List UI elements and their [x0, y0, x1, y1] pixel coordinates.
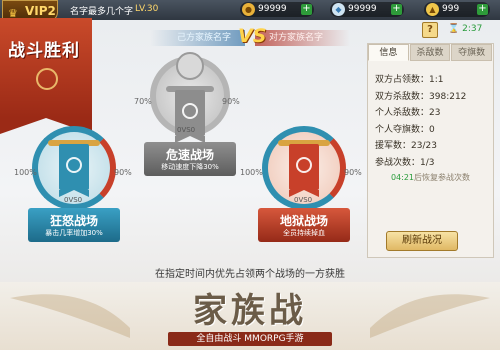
stat-row: 个人杀敌数：23: [375, 105, 490, 122]
stats-list: 双方占领数：1:1 双方杀敌数：398:212 个人杀敌数：23 个人夺旗数：0…: [375, 72, 490, 171]
gold-value: 999: [442, 4, 460, 14]
coin-value: 99999: [258, 4, 287, 14]
gem-crest-icon: [176, 52, 204, 80]
ribbon-emblem-icon: [36, 68, 58, 90]
stat-row: 援军数：23/23: [375, 138, 490, 155]
right-percent: 90%: [222, 97, 240, 106]
stat-value: 23/23: [411, 141, 437, 151]
field-effect: 全员持续掉血: [283, 229, 325, 237]
versus-header: 己方家族名字 对方家族名字 VS: [150, 25, 350, 48]
tab-kills[interactable]: 杀敌数: [409, 44, 451, 61]
tab-info[interactable]: 信息: [368, 44, 409, 61]
stat-value: 23: [429, 108, 441, 118]
recover-notice: 04:21后恢复参战次数: [368, 172, 493, 183]
gem-counter: ◆ 99999 +: [330, 2, 404, 17]
victory-ribbon: 战斗胜利: [0, 18, 92, 134]
battlefield-center[interactable]: 70% 90% 0VS0 危速战场 移动速度下降30%: [130, 50, 250, 180]
our-flag-icon: [59, 144, 89, 197]
battlefield-right[interactable]: 100% 90% 0VS0 地狱战场 全员持续掉血: [240, 120, 365, 248]
hourglass-icon: ⌛: [448, 24, 460, 34]
top-bar: ♛ VIP2 名字最多几个字 LV.30 ● 99999 + ◆ 99999 +…: [0, 0, 500, 22]
stat-value: 1:1: [429, 75, 444, 85]
stat-label: 援军数：: [375, 141, 412, 151]
diamond-icon: ◆: [332, 3, 345, 16]
stat-row: 参战次数：1/3: [375, 155, 490, 172]
refresh-status-button[interactable]: 刷新战况: [386, 231, 458, 251]
field-score: 0VS0: [64, 196, 83, 204]
stat-label: 双方占领数：: [375, 75, 430, 85]
stat-row: 个人夺旗数：0: [375, 122, 490, 139]
panel-tabs: 信息 杀敌数 夺旗数: [368, 44, 493, 62]
vip-label: VIP2: [25, 4, 56, 18]
stat-label: 个人夺旗数：: [375, 124, 430, 135]
field-name: 危速战场: [165, 148, 214, 162]
player-name: 名字最多几个字: [70, 7, 134, 17]
player-level: LV.30: [135, 4, 159, 14]
add-gold-button[interactable]: +: [477, 4, 488, 15]
field-effect: 移动速度下降30%: [161, 163, 219, 171]
flag-emblem-icon: [182, 103, 198, 119]
gold-ingot-icon: ▲: [426, 3, 439, 16]
field-score: 0VS0: [177, 126, 196, 134]
field-name: 狂怒战场: [49, 214, 98, 228]
promo-banner: 家族战 全自由战斗 MMORPG手游: [0, 282, 500, 350]
stat-label: 参战次数：: [375, 157, 421, 168]
tab-flags[interactable]: 夺旗数: [451, 44, 493, 61]
enemy-clan-name: 对方家族名字: [255, 30, 350, 46]
stat-row: 双方杀敌数：398:212: [375, 89, 490, 106]
countdown: ⌛ 2:37: [448, 24, 496, 38]
field-score: 0VS0: [294, 196, 313, 204]
stat-label: 个人杀敌数：: [375, 108, 430, 118]
gem-value: 99999: [348, 4, 377, 14]
promo-title: 家族战: [193, 291, 307, 331]
stat-row: 双方占领数：1:1: [375, 72, 490, 89]
recover-time: 04:21: [390, 173, 415, 182]
promo-subtitle: 全自由战斗 MMORPG手游: [168, 332, 332, 346]
victory-title: 战斗胜利: [8, 41, 80, 61]
stat-label: 双方杀敌数：: [375, 91, 430, 102]
coin-icon: ●: [242, 3, 255, 16]
add-gems-button[interactable]: +: [391, 4, 402, 15]
left-percent: 100%: [14, 168, 37, 177]
recover-text: 后恢复参战次数: [414, 173, 471, 182]
flag-emblem-icon: [66, 157, 82, 173]
help-button[interactable]: ?: [422, 22, 438, 38]
victory-condition-hint: 在指定时间内优先占领两个战场的一方获胜: [155, 269, 345, 280]
field-effect: 暴击几率增加30%: [45, 229, 103, 237]
add-coins-button[interactable]: +: [301, 4, 312, 15]
right-percent: 90%: [344, 168, 362, 177]
flag-emblem-icon: [296, 157, 312, 173]
right-percent: 90%: [114, 168, 132, 177]
left-percent: 70%: [134, 97, 152, 106]
left-percent: 100%: [240, 168, 263, 177]
stat-value: 0: [429, 124, 435, 135]
vs-label: VS: [238, 25, 267, 47]
stat-value: 1/3: [420, 157, 435, 168]
countdown-value: 2:37: [462, 24, 483, 34]
battlefield-left[interactable]: 100% 90% 0VS0 狂怒战场 暴击几率增加30%: [10, 120, 135, 248]
our-clan-name: 己方家族名字: [150, 30, 245, 46]
stat-value: 398:212: [429, 91, 467, 102]
enemy-flag-icon: [289, 144, 319, 197]
coin-counter: ● 99999 +: [240, 2, 314, 17]
gold-counter: ▲ 999 +: [424, 2, 490, 17]
battle-info-panel: 信息 杀敌数 夺旗数 双方占领数：1:1 双方杀敌数：398:212 个人杀敌数…: [367, 43, 494, 258]
field-name: 地狱战场: [279, 214, 328, 228]
